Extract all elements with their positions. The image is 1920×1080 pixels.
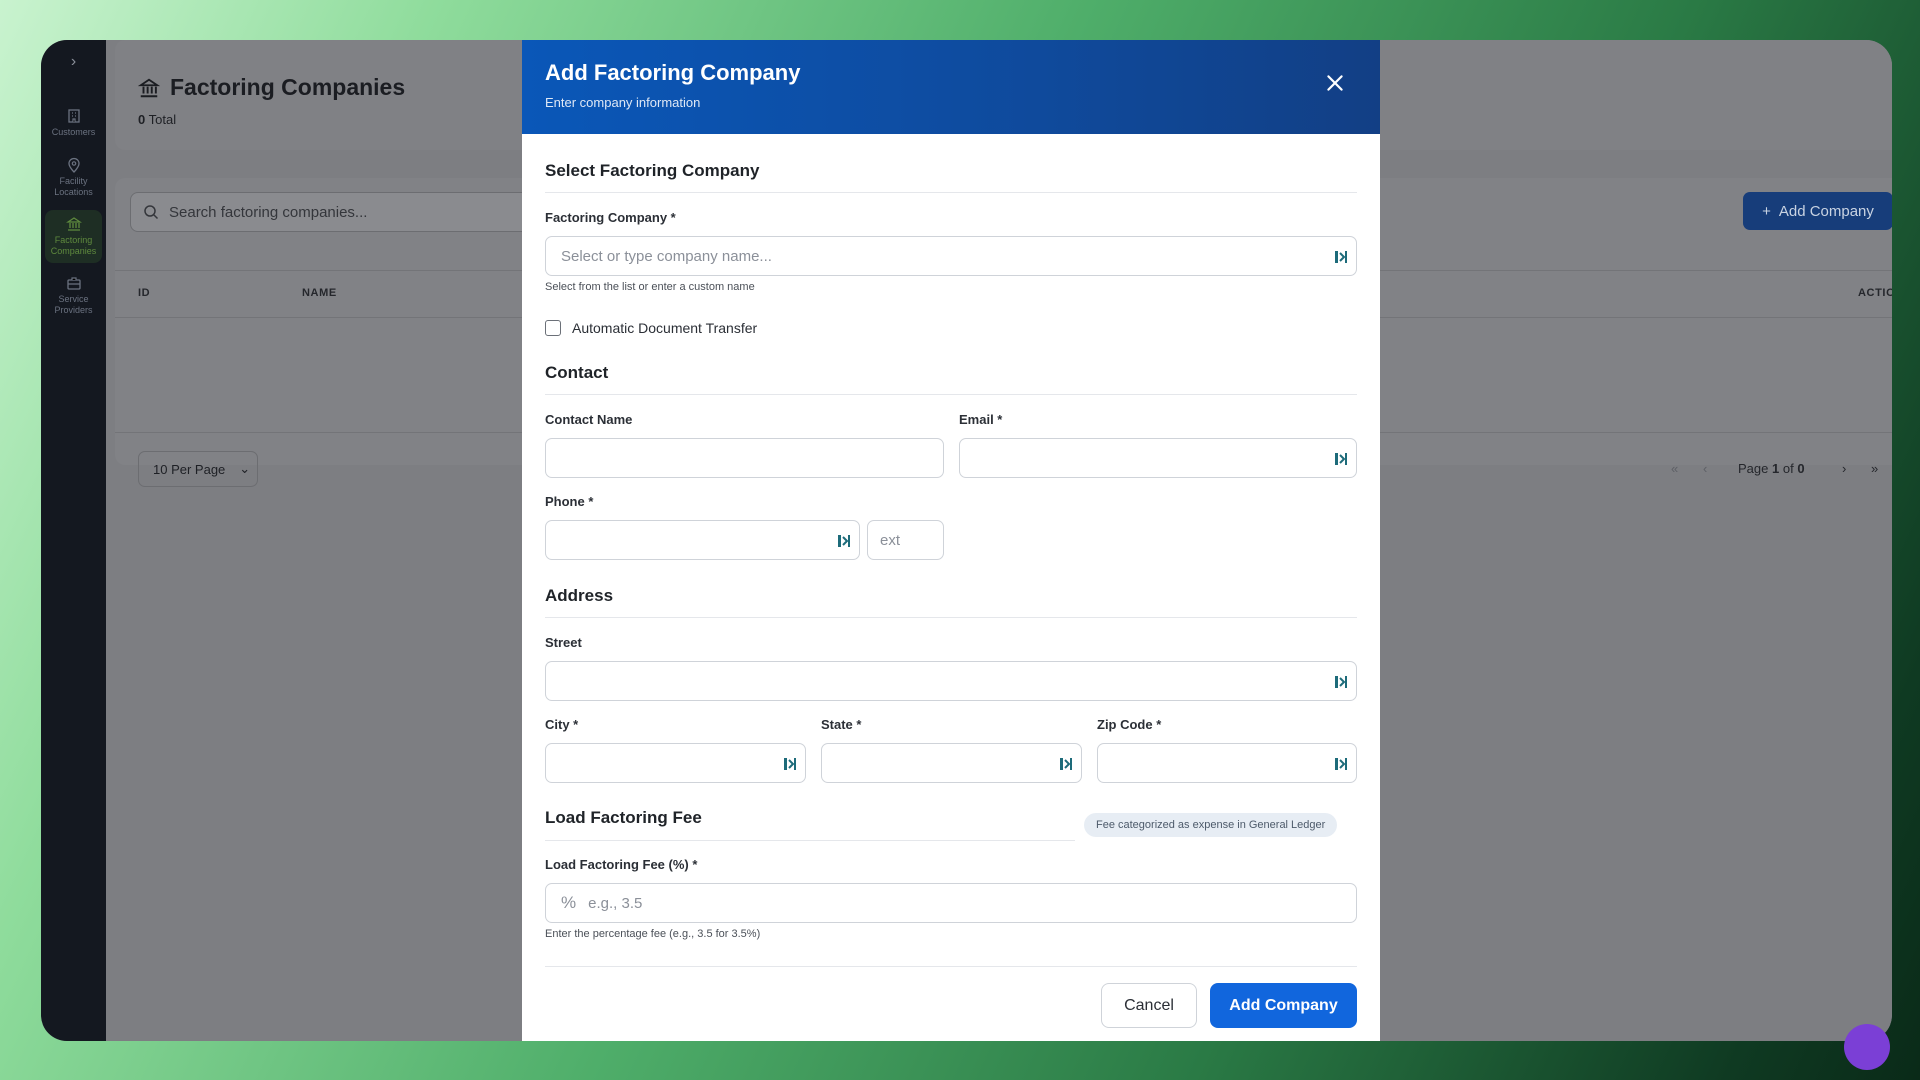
bank-icon [65, 217, 82, 231]
prev-page-button[interactable]: ‹ [1703, 461, 1707, 476]
total-count: 0 Total [138, 112, 176, 127]
first-page-button[interactable]: « [1671, 461, 1678, 476]
sidebar-item-label: Factoring [54, 235, 93, 245]
close-icon[interactable] [1324, 72, 1346, 94]
briefcase-icon [66, 277, 81, 290]
autofill-icon [1335, 676, 1347, 688]
factoring-company-label: Factoring Company * [545, 210, 676, 225]
fee-label: Load Factoring Fee (%) * [545, 857, 698, 872]
column-header-actions: ACTIONS [1858, 287, 1892, 299]
expand-sidebar-icon[interactable]: › [41, 53, 106, 71]
contact-name-input[interactable] [545, 438, 944, 478]
city-input[interactable] [545, 743, 806, 783]
phone-label: Phone * [545, 494, 594, 509]
fee-help: Enter the percentage fee (e.g., 3.5 for … [545, 928, 761, 940]
page-title-text: Factoring Companies [170, 74, 406, 100]
percent-icon: % [561, 893, 577, 912]
total-label: Total [148, 112, 177, 127]
submit-add-company-button[interactable]: Add Company [1210, 983, 1357, 1028]
ext-placeholder: ext [880, 531, 901, 549]
state-label: State * [821, 717, 862, 732]
page-prefix: Page [1738, 461, 1769, 476]
page-total: 0 [1797, 461, 1805, 476]
email-input[interactable] [959, 438, 1357, 478]
section-divider [545, 394, 1357, 395]
page-current: 1 [1772, 461, 1780, 476]
section-title-contact: Contact [545, 363, 609, 382]
phone-input[interactable] [545, 520, 860, 560]
zip-label: Zip Code * [1097, 717, 1162, 732]
building-icon [67, 109, 80, 123]
factoring-company-input[interactable]: Select or type company name... [545, 236, 1357, 276]
sidebar: › Customers Facility Locations Factoring… [41, 40, 106, 1041]
sidebar-item-customers[interactable]: Customers [45, 108, 102, 138]
modal-header: Add Factoring Company Enter company info… [522, 40, 1380, 134]
phone-ext-input[interactable]: ext [867, 520, 944, 560]
chat-launcher-button[interactable] [1844, 1024, 1890, 1070]
fee-placeholder: e.g., 3.5 [588, 894, 643, 912]
cancel-button[interactable]: Cancel [1101, 983, 1197, 1028]
add-company-label: Add Company [1778, 202, 1874, 220]
add-company-modal: Add Factoring Company Enter company info… [522, 40, 1380, 1041]
fee-info-badge: Fee categorized as expense in General Le… [1084, 813, 1338, 837]
email-label: Email * [959, 412, 1003, 427]
fee-input[interactable]: % e.g., 3.5 [545, 883, 1357, 923]
sidebar-item-factoring-companies[interactable]: Factoring Companies [45, 210, 102, 263]
section-title-select: Select Factoring Company [545, 161, 760, 180]
zip-input[interactable] [1097, 743, 1357, 783]
sidebar-item-facility-locations[interactable]: Facility Locations [45, 157, 102, 198]
bank-icon [138, 78, 160, 97]
chevron-down-icon: ⌄ [239, 461, 251, 476]
autofill-icon [1335, 251, 1347, 263]
sidebar-item-service-providers[interactable]: Service Providers [45, 275, 102, 316]
next-page-button[interactable]: › [1842, 461, 1846, 476]
autofill-icon [838, 535, 850, 547]
auto-transfer-label: Automatic Document Transfer [572, 320, 758, 336]
factoring-company-placeholder: Select or type company name... [561, 247, 772, 265]
column-header-name: NAME [302, 287, 337, 299]
per-page-select[interactable]: 10 Per Page ⌄ [138, 451, 258, 487]
search-icon [144, 205, 159, 220]
auto-transfer-checkbox[interactable] [545, 320, 561, 336]
map-pin-icon [67, 157, 80, 173]
section-title-address: Address [545, 586, 614, 605]
autofill-icon [1060, 758, 1072, 770]
autofill-icon [784, 758, 796, 770]
total-number: 0 [138, 112, 146, 127]
factoring-company-help: Select from the list or enter a custom n… [545, 281, 755, 293]
search-input[interactable]: Search factoring companies... [130, 192, 550, 232]
city-label: City * [545, 717, 579, 732]
state-input[interactable] [821, 743, 1082, 783]
add-company-button[interactable]: + Add Company [1743, 192, 1892, 230]
section-title-fee: Load Factoring Fee [545, 808, 702, 827]
modal-subtitle: Enter company information [545, 95, 701, 110]
section-divider [545, 840, 1075, 841]
search-placeholder: Search factoring companies... [169, 203, 368, 221]
sidebar-item-label: Locations [54, 187, 93, 197]
street-input[interactable] [545, 661, 1357, 701]
sidebar-item-label: Customers [51, 127, 96, 137]
page-title: Factoring Companies [138, 74, 405, 101]
page-of: of [1782, 461, 1794, 476]
column-header-id: ID [138, 287, 151, 299]
sidebar-item-label: Providers [54, 305, 93, 315]
autofill-icon [1335, 758, 1347, 770]
section-divider [545, 617, 1357, 618]
sidebar-item-label: Service [58, 294, 89, 304]
section-divider [545, 192, 1357, 193]
contact-name-label: Contact Name [545, 412, 633, 427]
footer-divider [545, 966, 1357, 967]
street-label: Street [545, 635, 582, 650]
sidebar-item-label: Facility [59, 176, 88, 186]
autofill-icon [1335, 453, 1347, 465]
sidebar-item-label: Companies [50, 246, 97, 256]
plus-icon: + [1762, 202, 1771, 220]
page-indicator: Page 1 of 0 [1738, 461, 1805, 476]
modal-title: Add Factoring Company [545, 60, 801, 85]
last-page-button[interactable]: » [1871, 461, 1878, 476]
per-page-value: 10 Per Page [153, 461, 226, 477]
